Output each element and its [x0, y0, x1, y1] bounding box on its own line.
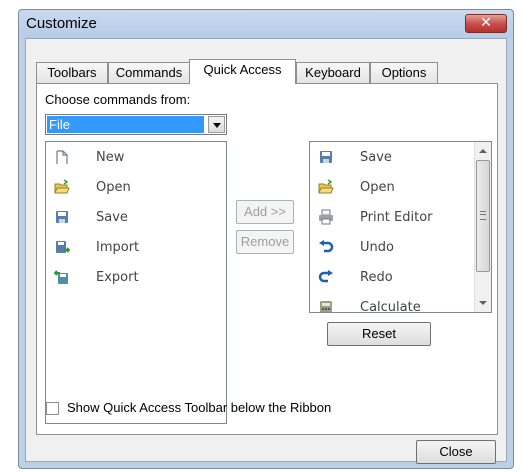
tab-commands[interactable]: Commands: [108, 62, 190, 83]
quick-access-commands-list[interactable]: Save Open Print Editor Undo Redo Calcula…: [309, 141, 492, 313]
vertical-scrollbar[interactable]: [474, 142, 491, 312]
scrollbar-thumb[interactable]: [476, 160, 490, 272]
tab-options[interactable]: Options: [370, 62, 438, 83]
save-disk-icon: [56, 211, 68, 223]
list-item[interactable]: Print Editor: [310, 203, 491, 233]
printer-icon: [319, 209, 333, 225]
available-commands-list[interactable]: New Open Save Import Export: [45, 141, 227, 424]
list-item[interactable]: Export: [46, 263, 226, 293]
redo-icon: [318, 270, 333, 283]
list-item[interactable]: Calculate: [310, 293, 491, 313]
remove-button[interactable]: Remove: [236, 230, 294, 254]
list-item-label: New: [96, 150, 125, 165]
close-icon: ✕: [480, 15, 492, 31]
title-bar[interactable]: Customize ✕: [19, 10, 513, 38]
tab-quick-access[interactable]: Quick Access: [189, 59, 296, 84]
scroll-up-icon[interactable]: [475, 142, 491, 159]
open-folder-icon: [318, 179, 334, 194]
list-item[interactable]: New: [46, 143, 226, 173]
new-document-icon: [56, 150, 68, 164]
dropdown-selected-value: File: [47, 116, 204, 133]
list-item-label: Print Editor: [360, 210, 433, 225]
list-item-label: Open: [360, 180, 395, 195]
list-item-label: Save: [96, 210, 128, 225]
grip-icon: [480, 211, 486, 220]
list-item[interactable]: Undo: [310, 233, 491, 263]
dialog-client-area: Toolbars Commands Quick Access Keyboard …: [25, 38, 507, 464]
list-item-label: Save: [360, 150, 392, 165]
save-disk-icon: [320, 151, 332, 163]
list-item-label: Open: [96, 180, 131, 195]
customize-dialog: Customize ✕ Toolbars Commands Quick Acce…: [18, 9, 514, 469]
list-item-label: Calculate: [360, 300, 421, 313]
scroll-down-icon[interactable]: [475, 295, 491, 312]
show-below-ribbon-label[interactable]: Show Quick Access Toolbar below the Ribb…: [67, 400, 331, 415]
list-item-label: Undo: [360, 240, 394, 255]
list-item-label: Export: [96, 270, 139, 285]
calculate-icon: [320, 301, 332, 312]
export-icon: [54, 270, 68, 284]
chevron-down-icon[interactable]: [208, 116, 225, 133]
quick-access-panel: Choose commands from: File New Open Save: [36, 83, 498, 435]
commands-source-dropdown[interactable]: File: [45, 114, 227, 135]
import-icon: [56, 241, 70, 253]
open-folder-icon: [54, 179, 70, 194]
add-button[interactable]: Add >>: [236, 200, 294, 224]
window-title: Customize: [26, 15, 97, 32]
list-item[interactable]: Save: [310, 143, 491, 173]
reset-button[interactable]: Reset: [327, 322, 431, 346]
show-below-ribbon-checkbox[interactable]: [46, 402, 59, 415]
list-item[interactable]: Open: [46, 173, 226, 203]
choose-commands-label: Choose commands from:: [45, 92, 191, 107]
undo-icon: [319, 240, 334, 253]
list-item[interactable]: Save: [46, 203, 226, 233]
tab-keyboard[interactable]: Keyboard: [296, 62, 370, 83]
list-item[interactable]: Redo: [310, 263, 491, 293]
tab-toolbars[interactable]: Toolbars: [36, 62, 108, 83]
close-button[interactable]: Close: [416, 440, 496, 464]
list-item[interactable]: Open: [310, 173, 491, 203]
list-item-label: Import: [96, 240, 140, 255]
window-close-button[interactable]: ✕: [465, 14, 507, 33]
list-item-label: Redo: [360, 270, 393, 285]
list-item[interactable]: Import: [46, 233, 226, 263]
